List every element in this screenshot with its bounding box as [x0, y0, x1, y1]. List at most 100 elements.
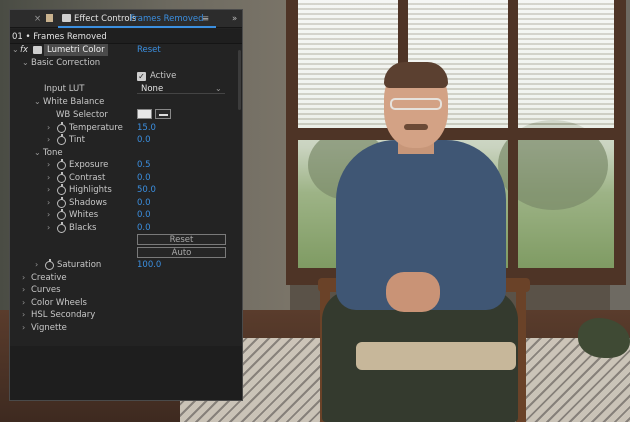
- contrast-label: Contrast: [69, 173, 106, 183]
- chevron-right-icon[interactable]: ›: [47, 122, 50, 135]
- section-label: HSL Secondary: [31, 310, 96, 320]
- saturation-row: › Saturation 100.0: [10, 259, 242, 272]
- tab-frames-removed-label[interactable]: Frames Removed: [130, 13, 204, 25]
- stopwatch-icon[interactable]: [57, 159, 66, 170]
- basic-correction-label: Basic Correction: [31, 58, 101, 68]
- chevron-right-icon[interactable]: ›: [22, 297, 25, 310]
- fx-toggle[interactable]: fx: [20, 44, 28, 57]
- chevron-right-icon[interactable]: ›: [47, 222, 50, 235]
- person-glasses: [390, 98, 442, 110]
- exposure-value[interactable]: 0.5: [137, 159, 151, 172]
- contrast-row: › Contrast 0.0: [10, 172, 242, 185]
- temperature-value[interactable]: 15.0: [137, 122, 156, 135]
- effect-controls-panel: × Effect Controls Frames Removed ≡ » 01 …: [9, 9, 243, 401]
- person-hands: [386, 272, 440, 312]
- chevron-down-icon[interactable]: ⌄: [34, 147, 41, 160]
- chevron-right-icon[interactable]: ›: [22, 309, 25, 322]
- temperature-row: › Temperature 15.0: [10, 122, 242, 135]
- person-hair: [384, 62, 448, 88]
- whites-value[interactable]: 0.0: [137, 209, 151, 222]
- active-row[interactable]: ✓ Active: [10, 70, 242, 83]
- input-lut-label: Input LUT: [44, 84, 85, 94]
- chevron-right-icon[interactable]: ›: [22, 284, 25, 297]
- whites-label: Whites: [69, 210, 99, 220]
- chevron-right-icon[interactable]: ›: [47, 159, 50, 172]
- effect-reset-link[interactable]: Reset: [137, 44, 161, 57]
- tone-auto-button[interactable]: Auto: [137, 247, 226, 258]
- contrast-value[interactable]: 0.0: [137, 172, 151, 185]
- window-mullion: [298, 128, 614, 140]
- chevron-right-icon[interactable]: ›: [22, 322, 25, 335]
- exposure-row: › Exposure 0.5: [10, 159, 242, 172]
- tone-reset-button[interactable]: Reset: [137, 234, 226, 245]
- chevron-right-icon[interactable]: ›: [35, 259, 38, 272]
- wb-selector-label: WB Selector: [56, 110, 108, 120]
- person-mustache: [404, 124, 428, 130]
- stopwatch-icon[interactable]: [57, 197, 66, 208]
- chair-cushion: [356, 342, 516, 370]
- chevron-right-icon[interactable]: ›: [22, 272, 25, 285]
- whites-row: › Whites 0.0: [10, 209, 242, 222]
- input-lut-row: Input LUT None ⌄: [10, 83, 242, 96]
- section-color-wheels[interactable]: › Color Wheels: [10, 297, 242, 310]
- saturation-value[interactable]: 100.0: [137, 259, 161, 272]
- layer-path: 01 • Frames Removed: [12, 32, 107, 42]
- wb-color-swatch[interactable]: [137, 109, 152, 119]
- section-curves[interactable]: › Curves: [10, 284, 242, 297]
- window-blinds: [298, 0, 614, 130]
- input-lut-select[interactable]: None ⌄: [137, 83, 225, 94]
- section-label: Color Wheels: [31, 298, 87, 308]
- eyedropper-icon[interactable]: [155, 109, 171, 119]
- chevron-down-icon[interactable]: ⌄: [34, 96, 41, 109]
- tab-effect-controls-label: Effect Controls: [74, 14, 137, 24]
- shadows-label: Shadows: [69, 198, 107, 208]
- tone-row[interactable]: ⌄ Tone: [10, 147, 242, 160]
- highlights-label: Highlights: [69, 185, 112, 195]
- blacks-row: › Blacks 0.0: [10, 222, 242, 235]
- white-balance-label: White Balance: [43, 97, 105, 107]
- stopwatch-icon[interactable]: [57, 209, 66, 220]
- stopwatch-icon[interactable]: [57, 122, 66, 133]
- section-creative[interactable]: › Creative: [10, 272, 242, 285]
- tone-label: Tone: [43, 148, 63, 158]
- stopwatch-icon[interactable]: [57, 134, 66, 145]
- temperature-label: Temperature: [69, 123, 123, 133]
- chevron-right-icon[interactable]: ›: [47, 134, 50, 147]
- overflow-icon[interactable]: »: [232, 13, 237, 25]
- chevron-right-icon[interactable]: ›: [47, 172, 50, 185]
- active-checkbox[interactable]: ✓: [137, 72, 146, 81]
- panel-titlebar: × Effect Controls Frames Removed ≡ »: [10, 10, 242, 28]
- section-hsl-secondary[interactable]: › HSL Secondary: [10, 309, 242, 322]
- tab-effect-controls[interactable]: Effect Controls Frames Removed: [58, 11, 216, 28]
- stopwatch-icon[interactable]: [45, 259, 54, 270]
- section-label: Curves: [31, 285, 61, 295]
- effect-lock-icon: [33, 46, 42, 54]
- section-label: Creative: [31, 273, 67, 283]
- white-balance-row[interactable]: ⌄ White Balance: [10, 96, 242, 109]
- chevron-right-icon[interactable]: ›: [47, 197, 50, 210]
- blacks-value[interactable]: 0.0: [137, 222, 151, 235]
- panel-menu-icon[interactable]: ≡: [202, 13, 209, 25]
- section-label: Vignette: [31, 323, 67, 333]
- tint-value[interactable]: 0.0: [137, 134, 151, 147]
- effect-row[interactable]: ⌄ fx Lumetri Color Reset: [10, 44, 242, 57]
- active-label: Active: [150, 71, 177, 81]
- chevron-right-icon[interactable]: ›: [47, 209, 50, 222]
- stopwatch-icon[interactable]: [57, 222, 66, 233]
- chevron-right-icon[interactable]: ›: [47, 184, 50, 197]
- highlights-value[interactable]: 50.0: [137, 184, 156, 197]
- composition-icon: [46, 14, 53, 22]
- stopwatch-icon[interactable]: [57, 184, 66, 195]
- basic-correction-row[interactable]: ⌄ Basic Correction: [10, 57, 242, 70]
- saturation-label: Saturation: [57, 260, 102, 270]
- close-icon[interactable]: ×: [34, 13, 41, 25]
- stopwatch-icon[interactable]: [57, 172, 66, 183]
- section-vignette[interactable]: › Vignette: [10, 322, 242, 335]
- shadows-value[interactable]: 0.0: [137, 197, 151, 210]
- input-lut-value: None: [141, 84, 164, 94]
- tint-label: Tint: [69, 135, 86, 145]
- chevron-down-icon[interactable]: ⌄: [22, 57, 29, 70]
- tint-row: › Tint 0.0: [10, 134, 242, 147]
- chevron-down-icon[interactable]: ⌄: [12, 44, 19, 57]
- layer-path-bar: 01 • Frames Removed: [10, 29, 242, 44]
